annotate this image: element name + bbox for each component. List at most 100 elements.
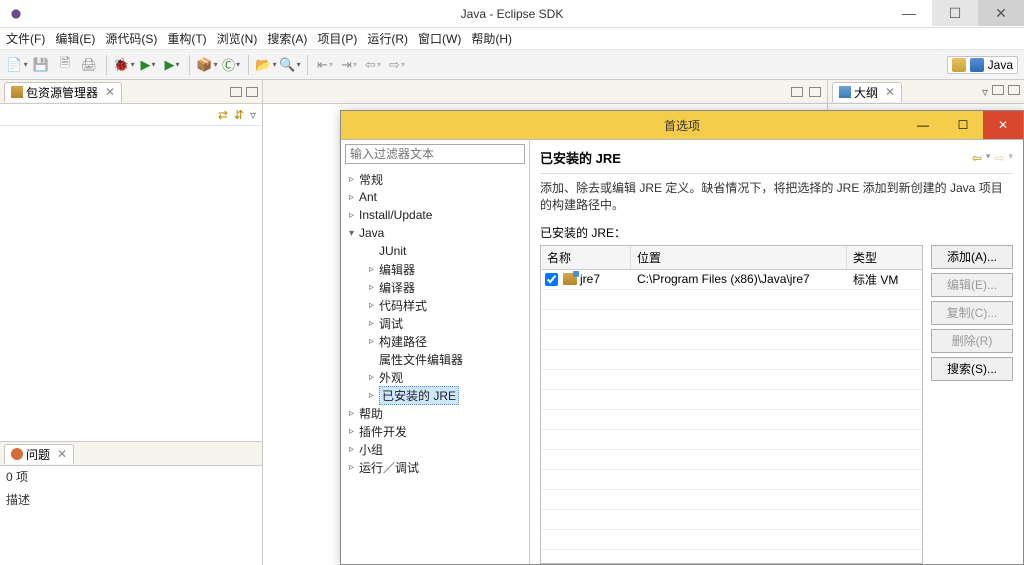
run-last-button[interactable]: ▶ (161, 54, 183, 76)
minimize-view-icon[interactable] (230, 87, 242, 97)
pref-maximize-button[interactable]: ☐ (943, 111, 983, 139)
menu-window[interactable]: 窗口(W) (418, 30, 461, 47)
menu-run[interactable]: 运行(R) (367, 30, 408, 47)
jre-row[interactable]: jre7 C:\Program Files (x86)\Java\jre7 标准… (541, 270, 922, 290)
search-jre-button[interactable]: 搜索(S)... (931, 357, 1013, 381)
tree-installed-jre[interactable]: ▹已安装的 JRE (341, 386, 529, 404)
pref-description: 添加、除去或编辑 JRE 定义。缺省情况下，将把选择的 JRE 添加到新创建的 … (540, 180, 1013, 214)
link-editor-icon[interactable]: ⇵ (234, 108, 244, 122)
minimize-view-icon[interactable] (992, 85, 1004, 95)
jre-location: C:\Program Files (x86)\Java\jre7 (631, 272, 847, 286)
debug-button[interactable]: 🐞 (113, 54, 135, 76)
nav-back-1[interactable]: ⇤ (314, 54, 336, 76)
edit-jre-button[interactable]: 编辑(E)... (931, 273, 1013, 297)
tree-general[interactable]: ▹常规 (341, 170, 529, 188)
tree-buildpath[interactable]: ▹构建路径 (341, 332, 529, 350)
collapse-all-icon[interactable]: ⇄ (218, 108, 228, 122)
table-row (541, 370, 922, 390)
open-type-button[interactable]: 📂 (255, 54, 277, 76)
add-jre-button[interactable]: 添加(A)... (931, 245, 1013, 269)
tree-editor[interactable]: ▹编辑器 (341, 260, 529, 278)
menu-help[interactable]: 帮助(H) (471, 30, 512, 47)
preferences-dialog: 首选项 — ☐ ✕ ▹常规 ▹Ant ▹Install/Update ▾Java… (340, 110, 1024, 565)
nav-back-2[interactable]: ⇦ (362, 54, 384, 76)
menu-edit[interactable]: 编辑(E) (55, 30, 95, 47)
tree-plugindev[interactable]: ▹插件开发 (341, 422, 529, 440)
copy-jre-button[interactable]: 复制(C)... (931, 301, 1013, 325)
pkg-explorer-tab[interactable]: 包资源管理器 ✕ (4, 82, 122, 102)
close-icon[interactable]: ✕ (105, 85, 115, 99)
pref-minimize-button[interactable]: — (903, 111, 943, 139)
tree-help[interactable]: ▹帮助 (341, 404, 529, 422)
close-button[interactable]: ✕ (978, 0, 1024, 26)
package-explorer-icon (11, 86, 23, 98)
tree-appearance[interactable]: ▹外观 (341, 368, 529, 386)
tree-debug[interactable]: ▹调试 (341, 314, 529, 332)
menu-source[interactable]: 源代码(S) (105, 30, 157, 47)
menu-file[interactable]: 文件(F) (6, 30, 45, 47)
view-menu-icon[interactable]: ▿ (250, 108, 256, 122)
tree-team[interactable]: ▹小组 (341, 440, 529, 458)
editor-tabstrip (263, 80, 827, 104)
new-class-button[interactable]: Ⓒ (220, 54, 242, 76)
outline-tab[interactable]: 大纲 ✕ (832, 82, 902, 102)
new-package-button[interactable]: 📦 (196, 54, 218, 76)
save-button[interactable]: 💾 (30, 54, 52, 76)
run-button[interactable]: ▶ (137, 54, 159, 76)
print-button[interactable]: 🖨 (78, 54, 100, 76)
nav-fwd-icon[interactable]: ⇨ (994, 151, 1004, 165)
maximize-editor-icon[interactable] (809, 87, 821, 97)
minimize-button[interactable]: — (886, 0, 932, 26)
search-button[interactable]: 🔍 (279, 54, 301, 76)
pkg-explorer-toolbar: ⇄ ⇵ ▿ (0, 104, 262, 126)
maximize-button[interactable]: ☐ (932, 0, 978, 26)
tree-compiler[interactable]: ▹编译器 (341, 278, 529, 296)
problems-header: 问题 ✕ (0, 442, 262, 466)
table-row (541, 530, 922, 550)
remove-jre-button[interactable]: 删除(R) (931, 329, 1013, 353)
pkg-explorer-header: 包资源管理器 ✕ (0, 80, 262, 104)
tree-codestyle[interactable]: ▹代码样式 (341, 296, 529, 314)
menu-navigate[interactable]: 浏览(N) (217, 30, 258, 47)
pref-filter-input[interactable] (345, 144, 525, 164)
menu-search[interactable]: 搜索(A) (267, 30, 307, 47)
view-menu-icon[interactable]: ▿ (982, 85, 988, 99)
tree-junit[interactable]: JUnit (341, 242, 529, 260)
table-row (541, 390, 922, 410)
close-icon[interactable]: ✕ (57, 447, 67, 461)
table-row (541, 410, 922, 430)
nav-back-icon[interactable]: ⇦ (972, 151, 982, 165)
pref-close-button[interactable]: ✕ (983, 111, 1023, 139)
col-location[interactable]: 位置 (631, 246, 847, 269)
main-titlebar: Java - Eclipse SDK — ☐ ✕ (0, 0, 1024, 28)
java-perspective-icon (970, 58, 984, 72)
minimize-editor-icon[interactable] (791, 87, 803, 97)
menu-project[interactable]: 项目(P) (317, 30, 357, 47)
jre-buttons: 添加(A)... 编辑(E)... 复制(C)... 删除(R) 搜索(S)..… (931, 245, 1013, 564)
tree-ant[interactable]: ▹Ant (341, 188, 529, 206)
table-row (541, 350, 922, 370)
pref-tree-pane: ▹常规 ▹Ant ▹Install/Update ▾Java JUnit ▹编辑… (341, 140, 530, 564)
close-icon[interactable]: ✕ (885, 85, 895, 99)
table-row (541, 310, 922, 330)
nav-fwd-1[interactable]: ⇥ (338, 54, 360, 76)
tree-java[interactable]: ▾Java (341, 224, 529, 242)
problems-tab[interactable]: 问题 ✕ (4, 444, 74, 464)
maximize-view-icon[interactable] (246, 87, 258, 97)
save-all-button[interactable]: 🗎 (54, 54, 76, 76)
perspective-label: Java (988, 58, 1013, 72)
jre-name: jre7 (580, 272, 600, 286)
tree-install-update[interactable]: ▹Install/Update (341, 206, 529, 224)
col-type[interactable]: 类型 (847, 246, 922, 269)
col-name[interactable]: 名称 (541, 246, 631, 269)
tree-rundebug[interactable]: ▹运行／调试 (341, 458, 529, 476)
table-row (541, 430, 922, 450)
maximize-view-icon[interactable] (1008, 85, 1020, 95)
nav-fwd-2[interactable]: ⇨ (386, 54, 408, 76)
menu-refactor[interactable]: 重构(T) (167, 30, 206, 47)
pref-page-title: 已安装的 JRE (540, 148, 621, 167)
perspective-switcher[interactable]: Java (947, 56, 1018, 74)
jre-default-checkbox[interactable] (545, 273, 558, 286)
new-button[interactable]: 📄 (6, 54, 28, 76)
tree-propfile[interactable]: 属性文件编辑器 (341, 350, 529, 368)
